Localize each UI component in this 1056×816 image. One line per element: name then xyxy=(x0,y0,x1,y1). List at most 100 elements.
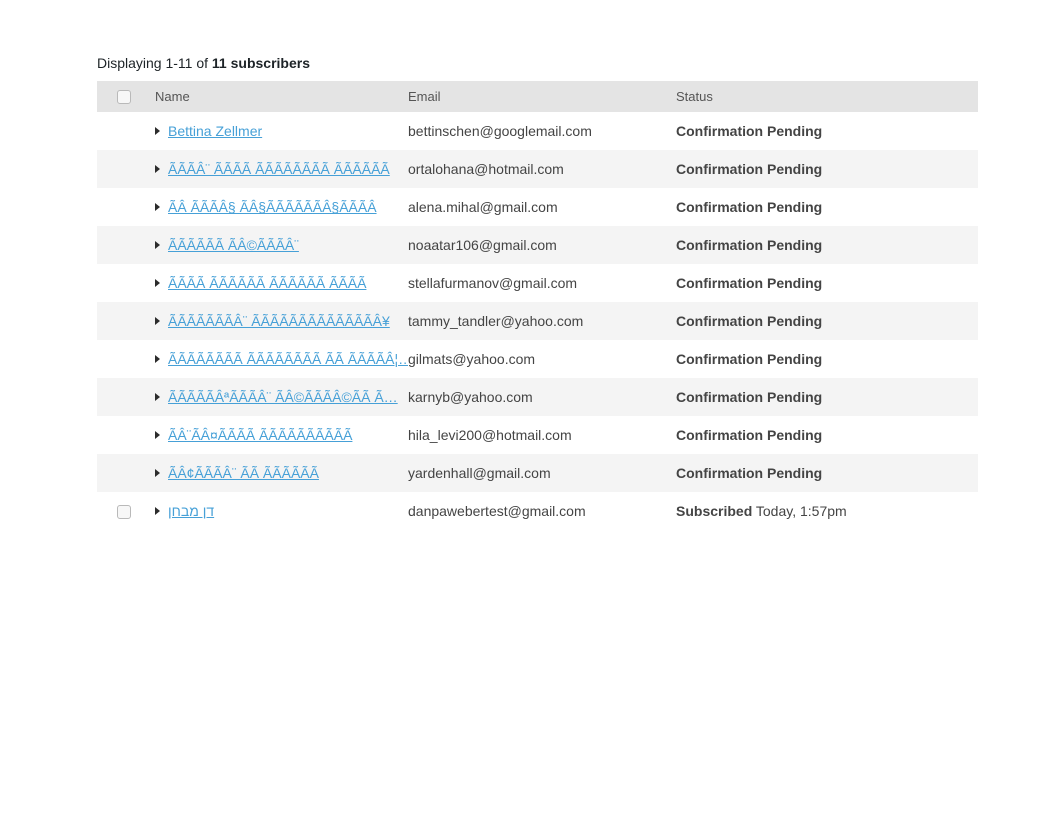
status-label: Confirmation Pending xyxy=(676,313,822,329)
table-row: ÃÃÃÃÃÃ ÃÂ©ÃÃÃÂ¨ noaatar106@gmail.comConfi… xyxy=(97,226,978,264)
subscriber-name-link[interactable]: ÃÃÃÃÃÃ ÃÂ©ÃÃÃÂ¨ xyxy=(168,237,299,253)
subscriber-email: ortalohana@hotmail.com xyxy=(408,150,676,188)
status-cell: Confirmation Pending xyxy=(676,112,978,150)
status-label: Confirmation Pending xyxy=(676,427,822,443)
name-cell: ÃÂ¢ÃÃÃÂ¨ ÃÃ ÃÃÃÃÃÃ xyxy=(147,454,408,492)
status-detail: Today, 1:57pm xyxy=(752,503,846,519)
name-cell: ÃÃÃÃÃÃÃÃ ÃÃÃÃÃÃÃÃ ÃÃ ÃÃÃÃÂ¦… xyxy=(147,340,408,378)
checkbox-cell xyxy=(97,264,147,302)
checkbox-cell xyxy=(97,416,147,454)
name-cell: ÃÃÃÂ¨ ÃÃÃÃ ÃÃÃÃÃÃÃÃ ÃÃÃÃÃÃ xyxy=(147,150,408,188)
subscriber-email: noaatar106@gmail.com xyxy=(408,226,676,264)
status-cell: Confirmation Pending xyxy=(676,188,978,226)
select-all-checkbox[interactable] xyxy=(117,90,131,104)
subscriber-email: danpawebertest@gmail.com xyxy=(408,492,676,530)
subscriber-name-link[interactable]: ÃÂ ÃÃÃÂ§ ÃÂ§ÃÃÃÃÃÃÂ§ÃÃÃÂ xyxy=(168,199,377,215)
status-label: Confirmation Pending xyxy=(676,275,822,291)
subscriber-email: hila_levi200@hotmail.com xyxy=(408,416,676,454)
subscribers-page: Displaying 1-11 of 11 subscribers Name E… xyxy=(97,55,978,530)
subscriber-name-link[interactable]: דן מבחן xyxy=(168,503,214,519)
expand-arrow-icon[interactable] xyxy=(155,317,160,325)
subscriber-email: stellafurmanov@gmail.com xyxy=(408,264,676,302)
expand-arrow-icon[interactable] xyxy=(155,431,160,439)
status-cell: Confirmation Pending xyxy=(676,264,978,302)
column-header-email: Email xyxy=(408,81,676,112)
status-cell: Subscribed Today, 1:57pm xyxy=(676,492,978,530)
subscriber-name-link[interactable]: ÃÂ¢ÃÃÃÂ¨ ÃÃ ÃÃÃÃÃÃ xyxy=(168,465,319,481)
status-cell: Confirmation Pending xyxy=(676,226,978,264)
name-cell: דן מבחן xyxy=(147,492,408,530)
name-cell: ÃÂ¨ÃÂ¤ÃÃÃÃ ÃÃÃÃÃÃÃÃÃÃ xyxy=(147,416,408,454)
checkbox-cell xyxy=(97,340,147,378)
table-row: דן מבחן danpawebertest@gmail.comSubscribe… xyxy=(97,492,978,530)
column-header-status: Status xyxy=(676,81,978,112)
table-row: ÃÂ ÃÃÃÂ§ ÃÂ§ÃÃÃÃÃÃÂ§ÃÃÃÂ alena.mihal@gmai… xyxy=(97,188,978,226)
status-label: Subscribed xyxy=(676,503,752,519)
checkbox-cell xyxy=(97,150,147,188)
checkbox-cell xyxy=(97,302,147,340)
subscriber-email: yardenhall@gmail.com xyxy=(408,454,676,492)
status-label: Confirmation Pending xyxy=(676,161,822,177)
table-row: ÃÂ¨ÃÂ¤ÃÃÃÃ ÃÃÃÃÃÃÃÃÃÃ hila_levi200@hotmai… xyxy=(97,416,978,454)
status-label: Confirmation Pending xyxy=(676,351,822,367)
name-cell: ÃÃÃÃ ÃÃÃÃÃÃ ÃÃÃÃÃÃ ÃÃÃÃ xyxy=(147,264,408,302)
table-row: ÃÃÃÃÃÃÃÃ ÃÃÃÃÃÃÃÃ ÃÃ ÃÃÃÃÂ¦…gilmats@yaho… xyxy=(97,340,978,378)
table-row: ÃÃÃÂ¨ ÃÃÃÃ ÃÃÃÃÃÃÃÃ ÃÃÃÃÃÃ ortalohana@hot… xyxy=(97,150,978,188)
checkbox-cell xyxy=(97,226,147,264)
subscriber-name-link[interactable]: ÃÃÃÃÃÂªÃÃÃÂ¨ ÃÂ©ÃÃÃÂ©ÃÃ Ã… xyxy=(168,389,398,405)
checkbox-cell xyxy=(97,378,147,416)
expand-arrow-icon[interactable] xyxy=(155,507,160,515)
column-header-name: Name xyxy=(147,81,408,112)
table-row: ÃÂ¢ÃÃÃÂ¨ ÃÃ ÃÃÃÃÃÃ yardenhall@gmail.comCo… xyxy=(97,454,978,492)
status-cell: Confirmation Pending xyxy=(676,378,978,416)
name-cell: ÃÂ ÃÃÃÂ§ ÃÂ§ÃÃÃÃÃÃÂ§ÃÃÃÂ xyxy=(147,188,408,226)
subscriber-email: gilmats@yahoo.com xyxy=(408,340,676,378)
status-label: Confirmation Pending xyxy=(676,465,822,481)
name-cell: ÃÃÃÃÃÂªÃÃÃÂ¨ ÃÂ©ÃÃÃÂ©ÃÃ Ã… xyxy=(147,378,408,416)
status-cell: Confirmation Pending xyxy=(676,340,978,378)
subscriber-email: karnyb@yahoo.com xyxy=(408,378,676,416)
name-cell: ÃÃÃÃÃÃÃÂ¨ ÃÃÃÃÃÃÃÃÃÃÃÃÃÂ¥ xyxy=(147,302,408,340)
status-cell: Confirmation Pending xyxy=(676,454,978,492)
subscriber-name-link[interactable]: ÃÃÃÃÃÃÃÂ¨ ÃÃÃÃÃÃÃÃÃÃÃÃÃÂ¥ xyxy=(168,313,390,329)
table-row: ÃÃÃÃ ÃÃÃÃÃÃ ÃÃÃÃÃÃ ÃÃÃÃ stellafurmanov@gm… xyxy=(97,264,978,302)
table-row: ÃÃÃÃÃÃÃÂ¨ ÃÃÃÃÃÃÃÃÃÃÃÃÃÂ¥ tammy_tandler@y… xyxy=(97,302,978,340)
status-label: Confirmation Pending xyxy=(676,389,822,405)
expand-arrow-icon[interactable] xyxy=(155,203,160,211)
subscriber-name-link[interactable]: ÃÂ¨ÃÂ¤ÃÃÃÃ ÃÃÃÃÃÃÃÃÃÃ xyxy=(168,427,352,443)
subscriber-email: bettinschen@googlemail.com xyxy=(408,112,676,150)
expand-arrow-icon[interactable] xyxy=(155,165,160,173)
subscribers-table: Name Email Status Bettina Zellmer bettins… xyxy=(97,81,978,530)
expand-arrow-icon[interactable] xyxy=(155,393,160,401)
status-cell: Confirmation Pending xyxy=(676,416,978,454)
status-label: Confirmation Pending xyxy=(676,199,822,215)
subscriber-email: alena.mihal@gmail.com xyxy=(408,188,676,226)
expand-arrow-icon[interactable] xyxy=(155,127,160,135)
expand-arrow-icon[interactable] xyxy=(155,469,160,477)
row-checkbox[interactable] xyxy=(117,505,131,519)
subscriber-name-link[interactable]: ÃÃÃÃÃÃÃÃ ÃÃÃÃÃÃÃÃ ÃÃ ÃÃÃÃÂ¦… xyxy=(168,351,408,367)
status-cell: Confirmation Pending xyxy=(676,302,978,340)
subscriber-email: tammy_tandler@yahoo.com xyxy=(408,302,676,340)
expand-arrow-icon[interactable] xyxy=(155,355,160,363)
status-cell: Confirmation Pending xyxy=(676,150,978,188)
table-row: Bettina Zellmer bettinschen@googlemail.co… xyxy=(97,112,978,150)
status-label: Confirmation Pending xyxy=(676,237,822,253)
pagination-summary: Displaying 1-11 of 11 subscribers xyxy=(97,55,978,72)
subscriber-name-link[interactable]: ÃÃÃÃ ÃÃÃÃÃÃ ÃÃÃÃÃÃ ÃÃÃÃ xyxy=(168,275,366,291)
table-row: ÃÃÃÃÃÂªÃÃÃÂ¨ ÃÂ©ÃÃÃÂ©ÃÃ Ã… karnyb@yahoo.c… xyxy=(97,378,978,416)
name-cell: Bettina Zellmer xyxy=(147,112,408,150)
pagination-summary-count: 11 subscribers xyxy=(212,55,310,71)
pagination-summary-prefix: Displaying 1-11 of xyxy=(97,55,212,71)
expand-arrow-icon[interactable] xyxy=(155,241,160,249)
status-label: Confirmation Pending xyxy=(676,123,822,139)
checkbox-cell xyxy=(97,454,147,492)
subscriber-name-link[interactable]: ÃÃÃÂ¨ ÃÃÃÃ ÃÃÃÃÃÃÃÃ ÃÃÃÃÃÃ xyxy=(168,161,390,177)
checkbox-cell xyxy=(97,112,147,150)
table-header-row: Name Email Status xyxy=(97,81,978,112)
subscriber-name-link[interactable]: Bettina Zellmer xyxy=(168,123,262,139)
name-cell: ÃÃÃÃÃÃ ÃÂ©ÃÃÃÂ¨ xyxy=(147,226,408,264)
checkbox-cell xyxy=(97,492,147,530)
select-all-cell xyxy=(97,81,147,112)
expand-arrow-icon[interactable] xyxy=(155,279,160,287)
